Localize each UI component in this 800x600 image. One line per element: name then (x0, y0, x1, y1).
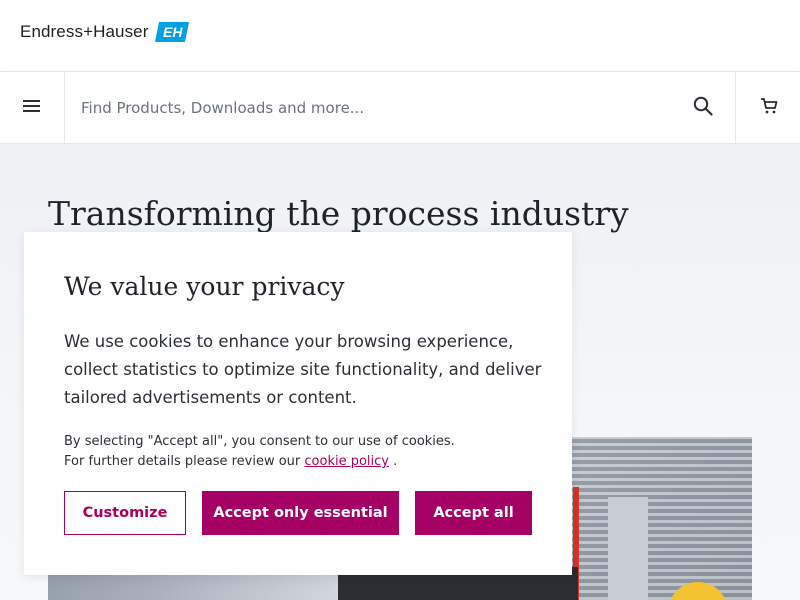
search-icon (693, 96, 713, 120)
privacy-dialog-body: We use cookies to enhance your browsing … (64, 332, 542, 407)
accept-essential-button[interactable]: Accept only essential (202, 491, 399, 535)
search-button[interactable] (679, 72, 727, 143)
consent-line-1: By selecting "Accept all", you consent t… (64, 434, 455, 449)
logo-wordmark: Endress+Hauser (20, 22, 149, 41)
shopping-cart-icon (760, 97, 778, 119)
cookie-policy-link[interactable]: cookie policy (304, 454, 389, 469)
logo-eh-icon: EH (154, 22, 189, 42)
consent-line-2-suffix: . (393, 454, 398, 469)
consent-line-2-prefix: For further details please review our (64, 454, 301, 469)
search-bar (0, 72, 800, 144)
logo-mark-text: EH (163, 24, 183, 40)
brand-header: Endress+Hauser EH (0, 0, 800, 72)
privacy-dialog-title: We value your privacy (64, 272, 345, 301)
menu-button[interactable] (0, 72, 65, 143)
hero-image-grating (568, 437, 752, 600)
accept-all-button[interactable]: Accept all (415, 491, 532, 535)
cart-button[interactable] (735, 72, 800, 143)
privacy-dialog: We value your privacy We use cookies to … (24, 232, 572, 575)
hero-image-pipe (608, 497, 648, 600)
hamburger-menu-icon (23, 98, 41, 117)
privacy-consent-text: By selecting "Accept all", you consent t… (64, 432, 544, 472)
customize-button[interactable]: Customize (64, 491, 186, 535)
search-input[interactable] (65, 72, 687, 143)
logo[interactable]: Endress+Hauser EH (20, 22, 189, 42)
